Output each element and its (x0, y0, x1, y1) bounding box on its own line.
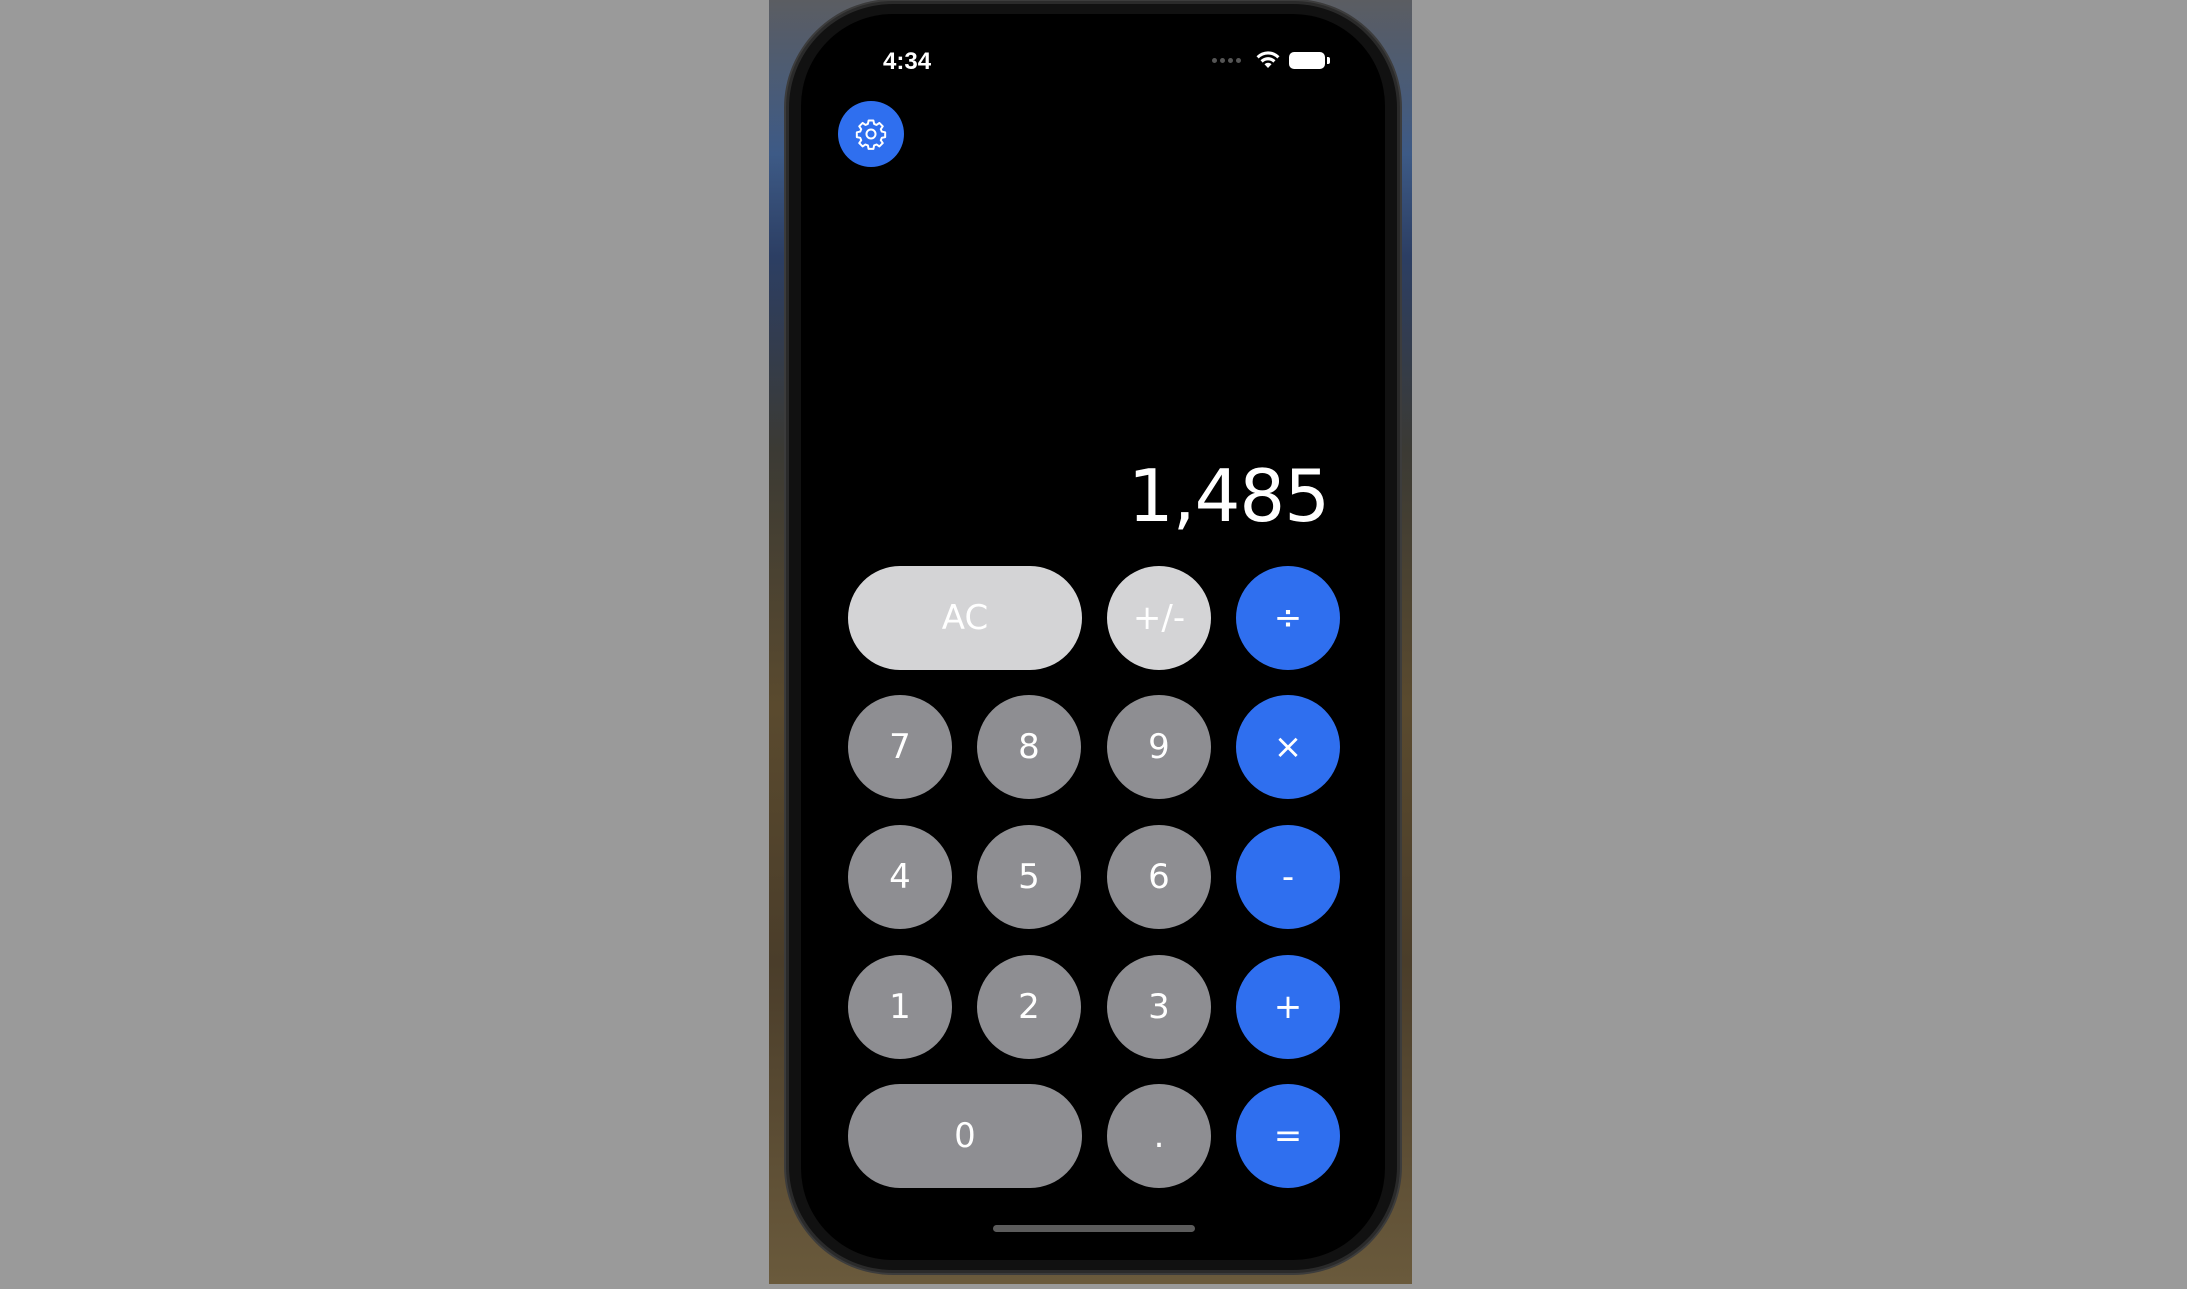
cellular-signal-icon (1212, 57, 1241, 63)
clear-button[interactable]: AC (848, 566, 1082, 670)
digit-6-button[interactable]: 6 (1107, 825, 1211, 929)
digit-7-button[interactable]: 7 (848, 695, 952, 799)
plus-minus-button[interactable]: +/- (1107, 566, 1211, 670)
digit-1-button[interactable]: 1 (848, 955, 952, 1059)
wifi-icon (1256, 51, 1280, 68)
digit-2-button[interactable]: 2 (977, 955, 1081, 1059)
equals-button[interactable]: = (1236, 1084, 1340, 1188)
battery-icon (1289, 51, 1330, 69)
decimal-button[interactable]: . (1107, 1084, 1211, 1188)
add-button[interactable]: + (1236, 955, 1340, 1059)
digit-0-button[interactable]: 0 (848, 1084, 1082, 1188)
stage: 4:34 1,485 AC +/- ÷ 7 8 9 × 4 5 6 - 1 2 … (0, 0, 2187, 1289)
subtract-button[interactable]: - (1236, 825, 1340, 929)
calculator-screen: 4:34 1,485 AC +/- ÷ 7 8 9 × 4 5 6 - 1 2 … (801, 14, 1385, 1260)
divide-button[interactable]: ÷ (1236, 566, 1340, 670)
digit-9-button[interactable]: 9 (1107, 695, 1211, 799)
digit-5-button[interactable]: 5 (977, 825, 1081, 929)
digit-8-button[interactable]: 8 (977, 695, 1081, 799)
phone-frame: 4:34 1,485 AC +/- ÷ 7 8 9 × 4 5 6 - 1 2 … (789, 4, 1397, 1270)
status-time: 4:34 (883, 48, 932, 75)
digit-4-button[interactable]: 4 (848, 825, 952, 929)
multiply-button[interactable]: × (1236, 695, 1340, 799)
gear-icon (855, 119, 887, 150)
status-icons (1212, 50, 1330, 70)
settings-button[interactable] (838, 101, 904, 167)
result-display: 1,485 (1127, 454, 1330, 538)
home-indicator[interactable] (993, 1225, 1195, 1232)
digit-3-button[interactable]: 3 (1107, 955, 1211, 1059)
